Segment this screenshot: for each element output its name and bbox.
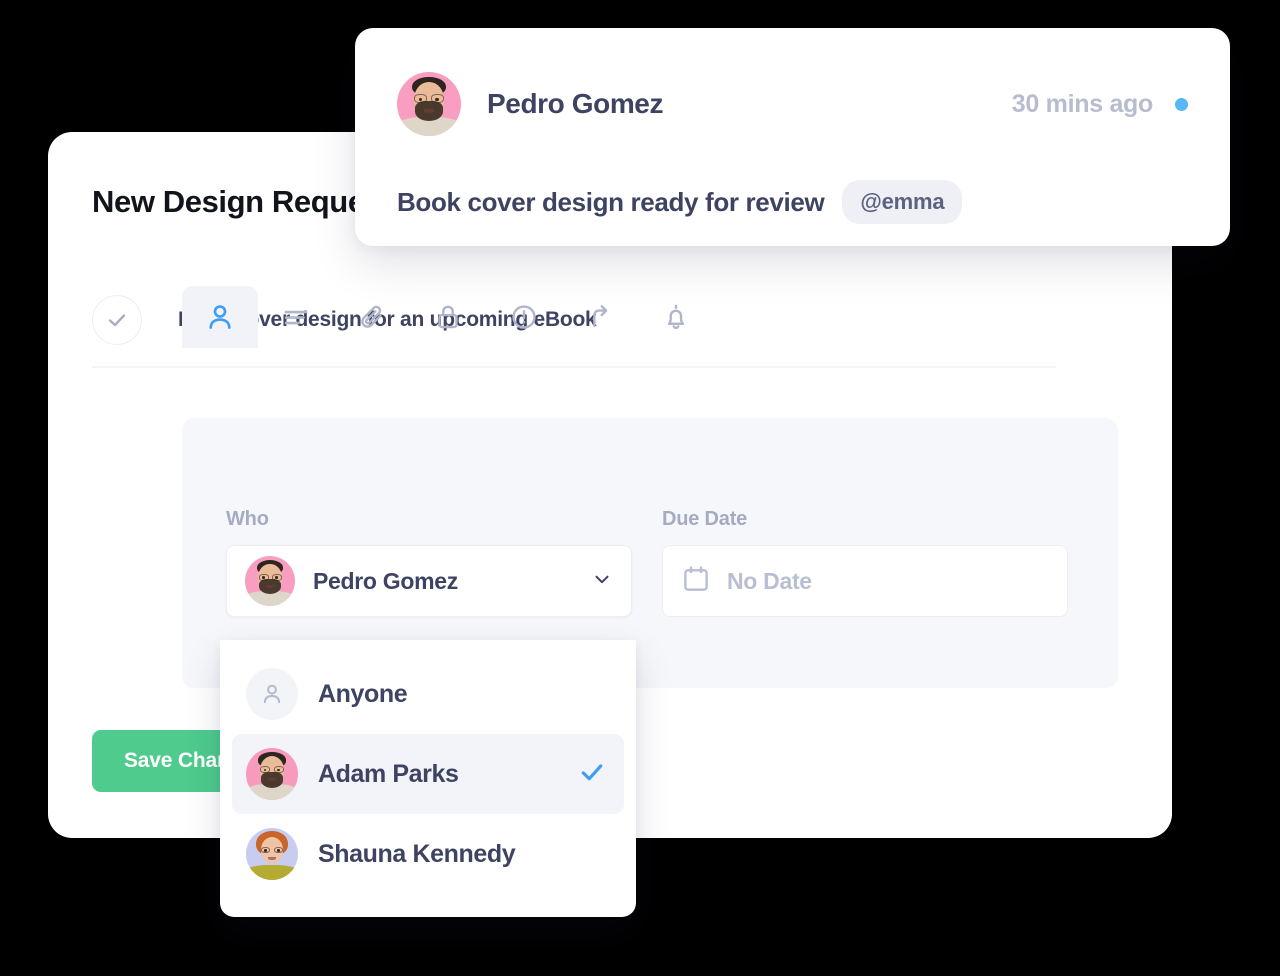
dropdown-option-label: Adam Parks — [318, 759, 459, 788]
notification-timestamp: 30 mins ago — [1011, 89, 1154, 118]
arrow-up-icon — [585, 302, 615, 332]
fields-row: Who Pedro Gomez Due Date No Date — [182, 480, 1118, 617]
due-date-value: No Date — [727, 567, 812, 594]
avatar — [245, 556, 295, 606]
lock-icon — [433, 302, 463, 332]
lines-icon — [281, 302, 311, 332]
dropdown-option-anyone[interactable]: Anyone — [232, 654, 624, 734]
due-date-input[interactable]: No Date — [662, 545, 1068, 617]
avatar — [246, 828, 298, 880]
paperclip-icon — [357, 302, 387, 332]
notification-header: Pedro Gomez 30 mins ago — [397, 70, 1188, 138]
section-divider — [92, 366, 1056, 368]
detail-tabs — [182, 286, 1118, 348]
check-icon — [578, 758, 606, 791]
exclamation-circle-icon — [509, 302, 539, 332]
notification-body: Book cover design ready for review @emma — [397, 180, 963, 224]
mention-badge[interactable]: @emma — [842, 180, 963, 224]
tab-escalate[interactable] — [562, 286, 638, 348]
tab-description[interactable] — [258, 286, 334, 348]
dropdown-option-label: Shauna Kennedy — [318, 839, 516, 868]
dropdown-option-shauna-kennedy[interactable]: Shauna Kennedy — [232, 814, 624, 894]
who-dropdown-menu: Anyone Adam Parks Shauna Kennedy — [220, 640, 636, 917]
notification-message: Book cover design ready for review — [397, 186, 825, 217]
screenshot-root: New Design Request Book cover design for… — [0, 0, 1280, 976]
due-date-field-group: Due Date No Date — [662, 508, 1068, 617]
tab-priority[interactable] — [486, 286, 562, 348]
avatar — [246, 748, 298, 800]
page-title: New Design Request — [92, 184, 392, 219]
who-field-group: Who Pedro Gomez — [226, 508, 632, 617]
dropdown-option-adam-parks[interactable]: Adam Parks — [232, 734, 624, 814]
calendar-icon — [681, 564, 711, 599]
tab-reminders[interactable] — [638, 286, 714, 348]
person-icon — [205, 302, 235, 332]
dropdown-option-label: Anyone — [318, 679, 408, 708]
tab-privacy[interactable] — [410, 286, 486, 348]
tab-attachments[interactable] — [334, 286, 410, 348]
due-date-label: Due Date — [662, 508, 748, 530]
unread-dot-icon — [1175, 97, 1188, 111]
who-value: Pedro Gomez — [313, 567, 458, 594]
person-outline-icon — [246, 668, 298, 720]
who-select[interactable]: Pedro Gomez — [226, 545, 632, 617]
avatar — [397, 72, 461, 136]
tab-who[interactable] — [182, 286, 258, 348]
bell-icon — [661, 302, 691, 332]
check-circle-icon[interactable] — [92, 295, 142, 345]
who-label: Who — [226, 508, 269, 530]
notification-card[interactable]: Pedro Gomez 30 mins ago Book cover desig… — [355, 28, 1230, 246]
chevron-down-icon[interactable] — [591, 568, 613, 595]
notification-author: Pedro Gomez — [487, 88, 664, 119]
